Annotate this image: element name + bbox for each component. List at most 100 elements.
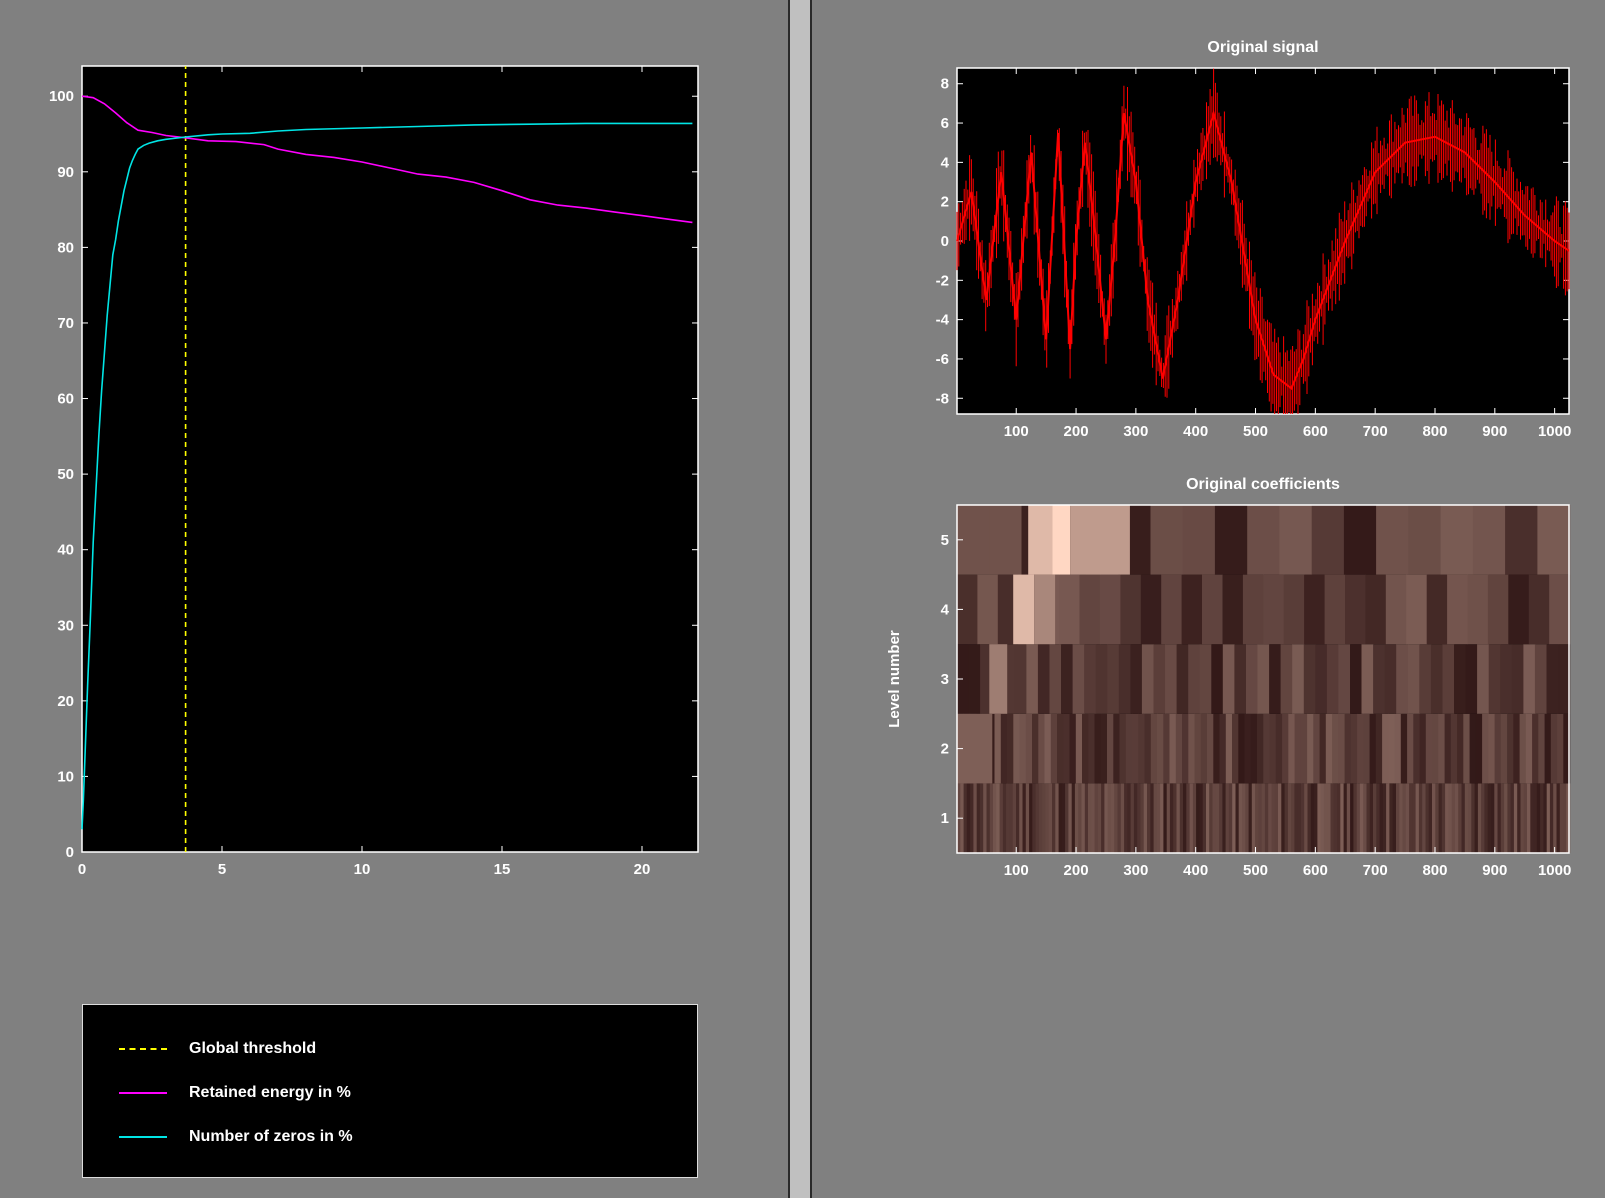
coef-cell — [1269, 713, 1277, 784]
left-plot-area — [81, 65, 699, 853]
coef-cell — [1477, 644, 1490, 714]
coef-cell — [1050, 713, 1058, 784]
coef-xtick-label: 800 — [1422, 862, 1447, 879]
coef-cell — [1507, 713, 1514, 784]
coef-cell — [1407, 713, 1414, 784]
coef-cell — [1214, 505, 1248, 575]
coef-cell — [1049, 644, 1062, 714]
legend-item-threshold: Global threshold — [119, 1039, 316, 1059]
coef-cell — [1500, 713, 1508, 784]
coef-cell — [1400, 713, 1408, 784]
coef-cell — [1442, 644, 1455, 714]
coef-cell — [1244, 713, 1252, 784]
coef-cell — [1279, 505, 1313, 575]
coef-cell — [1247, 505, 1280, 575]
legend-label-zeros: Number of zeros in % — [189, 1128, 353, 1145]
coef-cell — [1557, 713, 1564, 784]
coef-cell — [1406, 574, 1428, 645]
coef-cell — [1425, 713, 1433, 784]
coef-cell — [1294, 713, 1302, 784]
coef-cell — [1182, 505, 1216, 575]
coef-cell — [1263, 574, 1285, 645]
left-ytick-label: 10 — [57, 768, 74, 785]
coef-cell — [1313, 713, 1321, 784]
coef-cell — [1396, 644, 1409, 714]
coef-xtick-label: 700 — [1363, 862, 1388, 879]
signal-ytick-label: -2 — [936, 272, 949, 289]
coef-cell — [1426, 574, 1448, 645]
left-ytick-label: 20 — [57, 693, 74, 710]
coef-cell — [1350, 644, 1363, 714]
coef-cell — [1283, 574, 1305, 645]
coef-cell — [1525, 713, 1533, 784]
coef-cell — [1384, 644, 1397, 714]
coef-cell — [1488, 644, 1501, 714]
coef-cell — [1200, 713, 1208, 784]
panel-splitter[interactable] — [788, 0, 812, 1198]
coef-cell — [1338, 644, 1351, 714]
coef-cell — [1242, 574, 1264, 645]
coef-cell — [989, 505, 1022, 575]
coef-cell — [968, 644, 981, 714]
coef-peak-cell — [1013, 574, 1035, 645]
coef-cell — [1332, 713, 1339, 784]
legend-label-retained-energy: Retained energy in % — [189, 1084, 351, 1101]
coef-cell — [1408, 505, 1442, 575]
coef-cell — [1188, 644, 1201, 714]
coef-cell — [1038, 713, 1046, 784]
signal-plot-area — [956, 67, 1570, 415]
coef-cell — [1061, 644, 1074, 714]
left-ytick-label: 100 — [49, 88, 74, 105]
coef-cell — [1118, 644, 1131, 714]
coef-cell — [1232, 713, 1239, 784]
coef-xtick-label: 300 — [1123, 862, 1148, 879]
coef-cell — [1508, 574, 1530, 645]
signal-ytick-label: 0 — [941, 233, 949, 250]
signal-ytick-label: 6 — [941, 115, 949, 132]
coef-cell — [1534, 644, 1548, 714]
signal-ytick-label: 2 — [941, 194, 949, 211]
coef-xtick-label: 600 — [1303, 862, 1328, 879]
coef-xtick-label: 1000 — [1538, 862, 1571, 879]
coef-cell — [1419, 713, 1427, 784]
coef-cell — [1538, 713, 1546, 784]
coef-cell — [1303, 644, 1316, 714]
left-xtick-label: 5 — [218, 861, 226, 878]
left-ytick-label: 60 — [57, 391, 74, 408]
coef-cell — [1447, 574, 1469, 645]
coef-cell — [1132, 713, 1139, 784]
signal-ytick-label: 4 — [941, 154, 950, 171]
legend-panel: Global threshold Retained energy in % Nu… — [82, 1004, 698, 1178]
coef-cell — [1019, 713, 1027, 784]
coef-cell — [1157, 713, 1164, 784]
left-ytick-label: 70 — [57, 315, 74, 332]
coef-peak-cell — [1070, 505, 1130, 575]
coef-cell — [1382, 713, 1389, 784]
coef-cell — [1107, 644, 1120, 714]
coef-cell — [1350, 713, 1358, 784]
coef-peak-cell — [1052, 505, 1070, 575]
coef-cell — [1344, 713, 1352, 784]
coef-cell — [1363, 713, 1371, 784]
coef-cell — [1225, 713, 1233, 784]
coef-cell — [1505, 505, 1538, 575]
coef-cell — [1063, 713, 1071, 784]
coef-ytick-label: 4 — [941, 601, 950, 618]
coef-cell — [1288, 713, 1296, 784]
signal-ytick-label: 8 — [941, 76, 949, 93]
coef-cell — [1263, 713, 1271, 784]
legend-item-zeros: Number of zeros in % — [119, 1127, 353, 1147]
coef-cell — [1300, 713, 1308, 784]
coef-ytick-label: 3 — [941, 671, 949, 688]
coef-cell — [1537, 505, 1571, 575]
coef-cell — [1550, 713, 1558, 784]
signal-xtick-label: 300 — [1123, 423, 1148, 440]
coef-cell — [1141, 644, 1155, 714]
coef-cell — [1199, 644, 1212, 714]
coef-cell — [1219, 713, 1227, 784]
coef-xtick-label: 100 — [1004, 862, 1029, 879]
original-signal-chart: 100 200 300 400 500 600 700 800 900 1000 8 6 4 2 0 -2 -4… — [936, 39, 1572, 440]
coef-cell — [1532, 713, 1539, 784]
coef-cell — [1324, 574, 1346, 645]
left-ytick-label: 30 — [57, 617, 74, 634]
